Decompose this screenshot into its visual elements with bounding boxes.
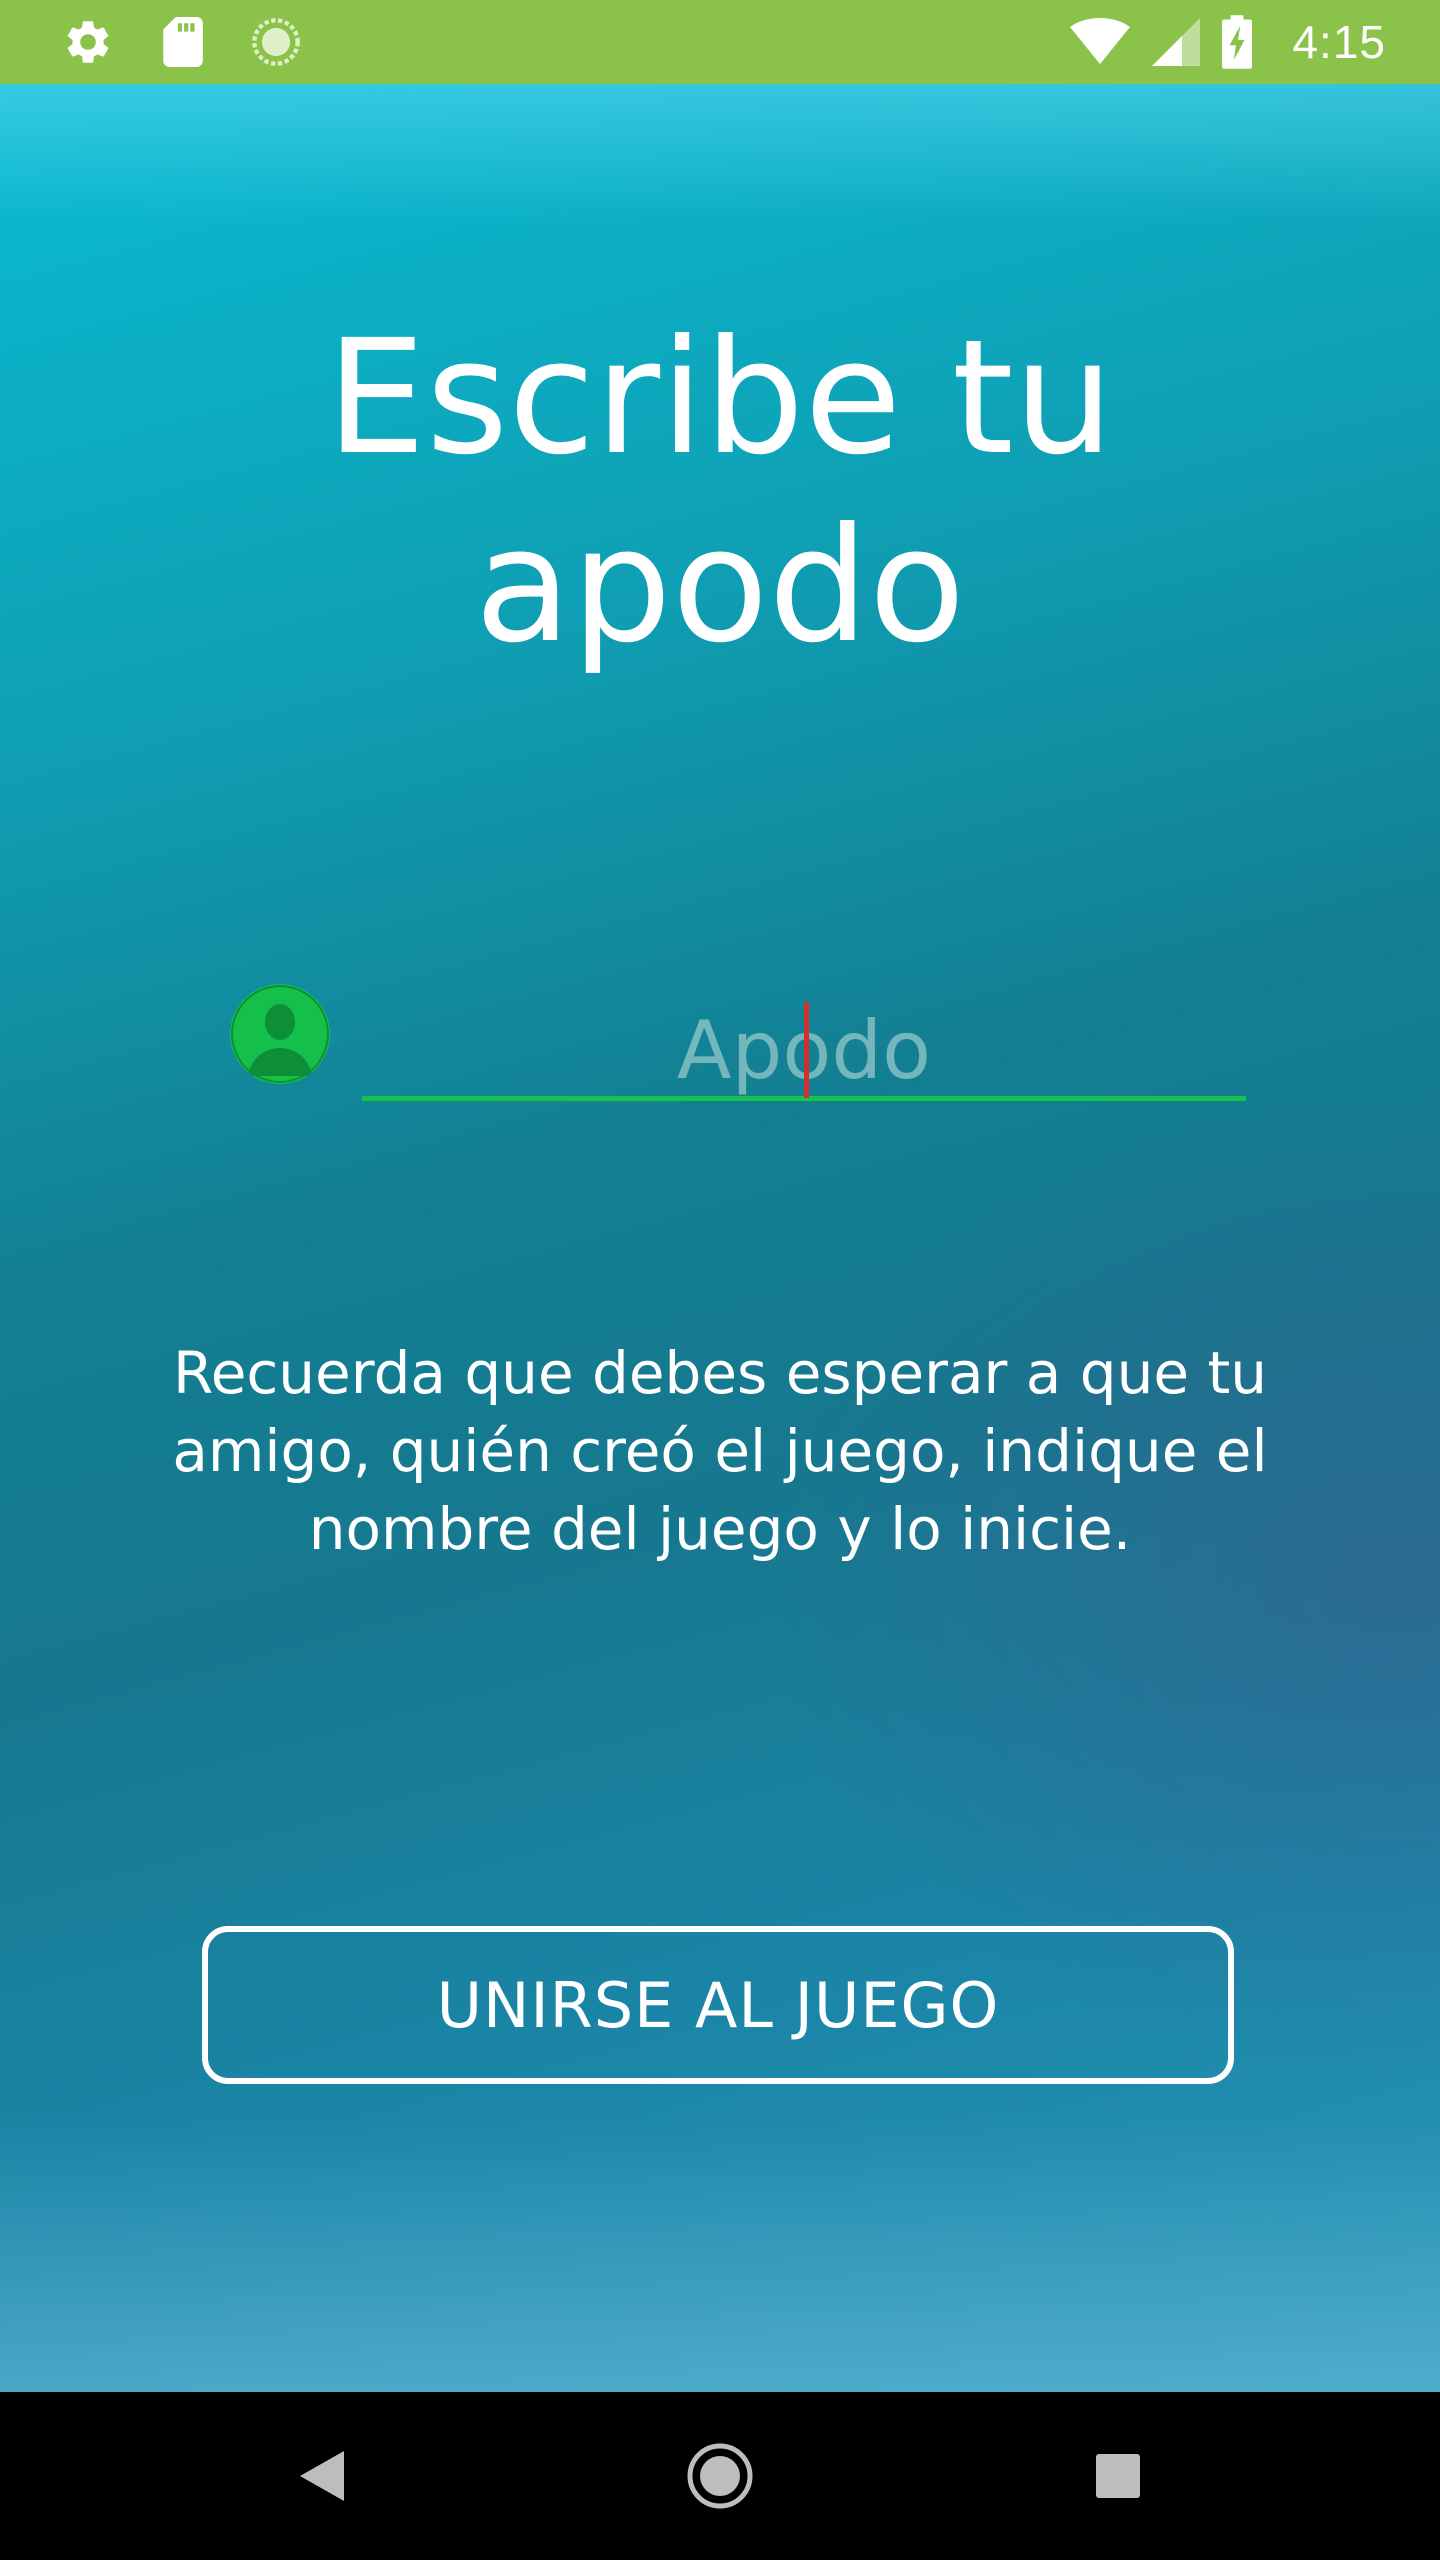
- battery-charging-icon: [1222, 15, 1253, 69]
- recents-icon[interactable]: [1078, 2436, 1158, 2516]
- text-caret: [804, 1002, 809, 1098]
- gear-icon: [62, 16, 114, 68]
- app-screen: 4:15 Escribe tu apodo Recuerda que debes…: [0, 0, 1440, 2560]
- back-icon[interactable]: [282, 2436, 362, 2516]
- page-title-line1: Escribe tu: [326, 306, 1114, 490]
- clock: 4:15: [1292, 16, 1386, 68]
- status-right-icons: 4:15: [1070, 14, 1386, 70]
- status-bar: 4:15: [0, 0, 1440, 84]
- home-icon[interactable]: [680, 2436, 760, 2516]
- wifi-icon: [1070, 18, 1131, 66]
- nickname-field[interactable]: [362, 1002, 1246, 1101]
- main-content: Escribe tu apodo Recuerda que debes espe…: [0, 84, 1440, 2392]
- sd-card-icon: [160, 17, 204, 67]
- wait-notice: Recuerda que debes esperar a que tu amig…: [172, 1339, 1268, 1563]
- user-avatar-icon: [230, 984, 330, 1084]
- status-left-icons: [62, 14, 302, 70]
- page-title-line2: apodo: [474, 494, 966, 678]
- navigation-bar: [0, 2392, 1440, 2560]
- page-title: Escribe tu apodo: [0, 304, 1440, 680]
- sync-circle-icon: [250, 16, 302, 68]
- signal-icon: [1152, 18, 1201, 66]
- join-game-button[interactable]: UNIRSE AL JUEGO: [202, 1926, 1234, 2084]
